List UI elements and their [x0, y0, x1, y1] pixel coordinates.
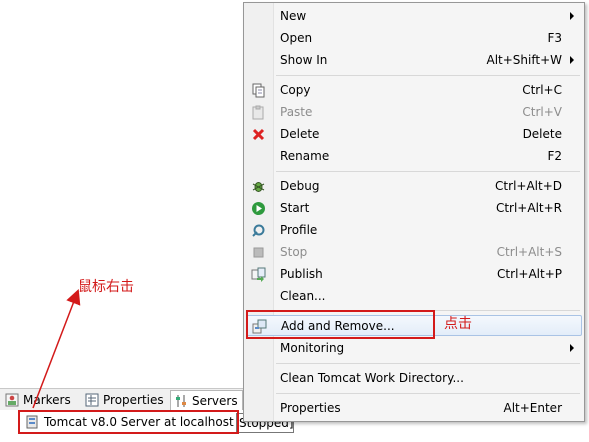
submenu-arrow-icon — [570, 344, 574, 352]
menu-item-label: Show In — [280, 53, 328, 67]
menu-item-stop[interactable]: Stop Ctrl+Alt+S — [246, 242, 582, 263]
submenu-arrow-icon — [570, 56, 574, 64]
menu-item-properties[interactable]: Properties Alt+Enter — [246, 398, 582, 419]
menu-item-profile[interactable]: Profile — [246, 220, 582, 241]
menu-item-open[interactable]: Open F3 — [246, 28, 582, 49]
menu-item-debug[interactable]: Debug Ctrl+Alt+D — [246, 176, 582, 197]
publish-icon — [251, 267, 266, 282]
menu-item-label: Monitoring — [280, 341, 345, 355]
start-icon — [251, 201, 266, 216]
menu-item-copy[interactable]: Copy Ctrl+C — [246, 80, 582, 101]
menu-item-label: Open — [280, 31, 313, 45]
right-click-annotation: 鼠标右击 — [78, 279, 134, 295]
menu-separator — [276, 393, 580, 394]
menu-item-clean[interactable]: Clean... — [246, 286, 582, 307]
delete-icon — [251, 127, 266, 142]
menu-item-shortcut: Ctrl+Alt+S — [496, 245, 562, 259]
submenu-arrow-icon — [570, 12, 574, 20]
menu-separator — [276, 363, 580, 364]
menu-item-shortcut: Delete — [522, 127, 562, 141]
copy-icon — [251, 83, 266, 98]
menu-item-start[interactable]: Start Ctrl+Alt+R — [246, 198, 582, 219]
stop-icon — [251, 245, 266, 260]
menu-item-shortcut: Ctrl+C — [522, 83, 562, 97]
menu-separator — [276, 75, 580, 76]
debug-icon — [251, 179, 266, 194]
menu-item-shortcut: Ctrl+Alt+D — [495, 179, 562, 193]
menu-item-label: Stop — [280, 245, 308, 259]
menu-item-label: Start — [280, 201, 310, 215]
menu-item-label: Clean... — [280, 289, 326, 303]
menu-item-shortcut: Alt+Enter — [503, 401, 562, 415]
menu-item-label: Paste — [280, 105, 313, 119]
menu-item-shortcut: Alt+Shift+W — [486, 53, 563, 67]
menu-item-show-in[interactable]: Show In Alt+Shift+W — [246, 50, 582, 71]
menu-separator — [276, 171, 580, 172]
menu-item-label: Rename — [280, 149, 330, 163]
menu-item-shortcut: F3 — [547, 31, 562, 45]
menu-item-shortcut: Ctrl+Alt+R — [495, 201, 562, 215]
profile-icon — [251, 223, 266, 238]
menu-item-label: Clean Tomcat Work Directory... — [280, 371, 464, 385]
menu-item-shortcut: F2 — [547, 149, 562, 163]
add-remove-highlight-box — [246, 310, 435, 339]
menu-item-rename[interactable]: Rename F2 — [246, 146, 582, 167]
menu-item-label: Profile — [280, 223, 318, 237]
menu-item-label: New — [280, 9, 307, 23]
menu-item-delete[interactable]: Delete Delete — [246, 124, 582, 145]
menu-item-publish[interactable]: Publish Ctrl+Alt+P — [246, 264, 582, 285]
menu-item-shortcut: Ctrl+Alt+P — [497, 267, 562, 281]
menu-item-monitoring[interactable]: Monitoring — [246, 338, 582, 359]
menu-item-label: Properties — [280, 401, 341, 415]
menu-item-label: Debug — [280, 179, 320, 193]
menu-item-label: Copy — [280, 83, 311, 97]
menu-item-shortcut: Ctrl+V — [522, 105, 562, 119]
menu-item-clean-tomcat-work-directory[interactable]: Clean Tomcat Work Directory... — [246, 368, 582, 389]
menu-item-label: Delete — [280, 127, 320, 141]
paste-icon — [251, 105, 266, 120]
context-menu: New Open F3 Show In Alt+Shift+W Copy Ctr… — [243, 2, 585, 422]
menu-item-paste[interactable]: Paste Ctrl+V — [246, 102, 582, 123]
menu-item-label: Publish — [280, 267, 323, 281]
menu-item-new[interactable]: New — [246, 6, 582, 27]
click-annotation: 点击 — [444, 316, 472, 332]
